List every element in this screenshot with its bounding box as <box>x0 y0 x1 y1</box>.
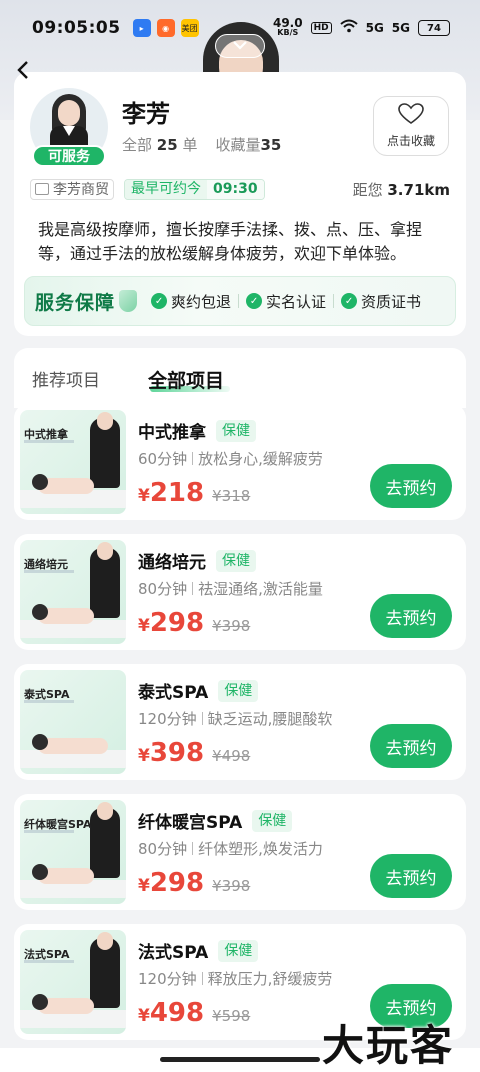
network-speed: 49.0 KB/S <box>272 16 303 37</box>
signal-icon: 5G <box>365 21 384 35</box>
collapse-button[interactable] <box>215 34 265 58</box>
service-price: ¥298 ¥398 <box>138 868 250 898</box>
therapist-stats: 全部 25 单 收藏量35 <box>122 134 281 155</box>
service-card[interactable]: 通络培元 通络培元 保健 80分钟 祛湿通络,激活能量 ¥298 ¥398 去预约 <box>14 534 466 650</box>
distance: 距您 3.71km <box>352 180 450 199</box>
service-price: ¥298 ¥398 <box>138 608 250 638</box>
shop-icon <box>35 183 49 195</box>
current-price: ¥498 <box>138 998 205 1028</box>
service-name: 泰式SPA 保健 <box>138 678 259 703</box>
shop-info-row: 李芳商贸 最早可约今 09:30 距您 3.71km <box>30 178 450 200</box>
shop-tag[interactable]: 李芳商贸 <box>30 178 114 200</box>
app-notification-icon: ◉ <box>156 19 175 37</box>
book-button[interactable]: 去预约 <box>370 464 452 508</box>
status-time: 09:05:05 <box>32 18 121 38</box>
service-image: 通络培元 <box>20 540 126 644</box>
service-description: 120分钟 缺乏运动,腰腿酸软 <box>138 710 333 728</box>
check-icon: ✓ <box>151 293 168 309</box>
service-price: ¥218 ¥318 <box>138 478 250 508</box>
earliest-label: 最早可约今 <box>125 179 207 199</box>
hd-icon: HD <box>310 22 332 34</box>
book-button[interactable]: 去预约 <box>370 724 452 768</box>
earliest-availability: 最早可约今 09:30 <box>124 178 265 200</box>
check-icon: ✓ <box>341 293 358 309</box>
current-price: ¥298 <box>138 868 205 898</box>
wifi-icon <box>339 19 358 37</box>
tab-recommended[interactable]: 推荐项目 <box>32 366 100 391</box>
favorites-stat: 收藏量35 <box>215 136 282 154</box>
favorite-button[interactable]: 点击收藏 <box>373 96 449 156</box>
chevron-left-icon <box>16 58 30 86</box>
guarantee-item: ✓ 实名认证 <box>246 291 326 312</box>
service-description: 120分钟 释放压力,舒缓疲劳 <box>138 970 333 988</box>
service-tag: 保健 <box>252 809 293 832</box>
tab-all-services[interactable]: 全部项目 <box>148 366 224 393</box>
guarantee-title: 服务保障 <box>35 291 116 314</box>
therapist-name: 李芳 <box>122 100 170 128</box>
service-tag: 保健 <box>218 679 259 702</box>
service-tag: 保健 <box>216 419 256 442</box>
status-app-icons: ▸ ◉ 美团 <box>132 19 199 37</box>
service-card[interactable]: 中式推拿 中式推拿 保健 60分钟 放松身心,缓解疲劳 ¥218 ¥318 去预约 <box>14 404 466 520</box>
shop-name: 李芳商贸 <box>53 182 109 198</box>
service-name: 法式SPA 保健 <box>138 938 259 963</box>
service-name: 纤体暖宫SPA 保健 <box>138 808 293 833</box>
book-button[interactable]: 去预约 <box>370 854 452 898</box>
battery-icon: 74 <box>418 20 450 36</box>
status-indicators: 49.0 KB/S HD 5G 5G 74 <box>272 16 450 38</box>
service-price: ¥398 ¥498 <box>138 738 250 768</box>
guarantee-item: ✓ 资质证书 <box>341 291 421 312</box>
therapist-profile-card: 可服务 李芳 全部 25 单 收藏量35 点击收藏 李芳商贸 最早可约今 09:… <box>14 72 466 336</box>
service-image: 泰式SPA <box>20 670 126 774</box>
service-description: 80分钟 纤体塑形,焕发活力 <box>138 840 323 858</box>
watermark: 大玩客 <box>322 1021 455 1070</box>
meituan-icon: 美团 <box>180 19 199 37</box>
status-badge: 可服务 <box>32 145 106 167</box>
original-price: ¥398 <box>212 617 251 635</box>
favorite-button-label: 点击收藏 <box>386 134 435 148</box>
current-price: ¥398 <box>138 738 205 768</box>
service-tag: 保健 <box>216 549 256 572</box>
book-button[interactable]: 去预约 <box>370 594 452 638</box>
service-card[interactable]: 纤体暖宫SPA 纤体暖宫SPA 保健 80分钟 纤体塑形,焕发活力 ¥298 ¥3… <box>14 794 466 910</box>
orders-stat: 全部 25 单 <box>122 136 198 154</box>
shield-icon <box>119 290 138 312</box>
service-name: 中式推拿 保健 <box>138 418 256 443</box>
current-price: ¥298 <box>138 608 205 638</box>
service-guarantee[interactable]: 服务保障 ✓ 爽约包退 ✓ 实名认证 ✓ 资质证书 <box>24 276 456 326</box>
service-description: 60分钟 放松身心,缓解疲劳 <box>138 450 323 468</box>
heart-icon <box>398 103 424 128</box>
signal-icon: 5G <box>391 21 410 35</box>
current-price: ¥218 <box>138 478 205 508</box>
guarantee-item: ✓ 爽约包退 <box>151 291 231 312</box>
earliest-time: 09:30 <box>207 179 264 199</box>
service-tabs: 推荐项目 全部项目 <box>14 348 466 408</box>
service-card[interactable]: 泰式SPA 泰式SPA 保健 120分钟 缺乏运动,腰腿酸软 ¥398 ¥498 … <box>14 664 466 780</box>
app-notification-icon: ▸ <box>132 19 151 37</box>
original-price: ¥598 <box>212 1007 251 1025</box>
back-button[interactable] <box>16 60 38 84</box>
service-name: 通络培元 保健 <box>138 548 256 573</box>
service-image: 法式SPA <box>20 930 126 1034</box>
service-price: ¥498 ¥598 <box>138 998 250 1028</box>
chevron-down-icon <box>232 38 248 54</box>
service-image: 中式推拿 <box>20 410 126 514</box>
original-price: ¥318 <box>212 487 251 505</box>
original-price: ¥498 <box>212 747 251 765</box>
service-tag: 保健 <box>218 939 259 962</box>
service-description: 80分钟 祛湿通络,激活能量 <box>138 580 323 598</box>
check-icon: ✓ <box>246 293 263 309</box>
original-price: ¥398 <box>212 877 251 895</box>
home-indicator[interactable] <box>160 1057 320 1062</box>
service-image: 纤体暖宫SPA <box>20 800 126 904</box>
therapist-bio: 我是高级按摩师，擅长按摩手法揉、拨、点、压、拿捏等，通过手法的放松缓解身体疲劳，… <box>38 220 423 263</box>
